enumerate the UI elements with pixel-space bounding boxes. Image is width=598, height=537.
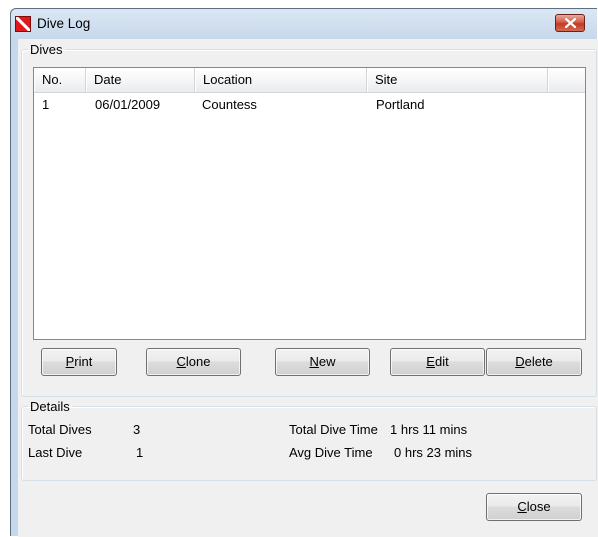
total-dive-time-value: 1 hrs 11 mins <box>390 422 468 437</box>
avg-dive-time-label: Avg Dive Time <box>289 445 373 460</box>
print-mnemonic: P <box>65 354 75 369</box>
close-button[interactable]: Close <box>486 493 582 521</box>
close-icon[interactable] <box>555 14 585 32</box>
edit-mnemonic: E <box>426 354 435 369</box>
delete-mnemonic: D <box>515 354 525 369</box>
dive-log-window: Dive Log Dives No. Date Location Site 1 … <box>10 8 598 537</box>
dives-list[interactable]: No. Date Location Site 1 06/01/2009 Coun… <box>33 67 586 340</box>
new-mnemonic: N <box>309 354 319 369</box>
total-dives-label: Total Dives <box>28 422 92 437</box>
cell-location: Countess <box>202 97 257 112</box>
dive-flag-icon <box>15 16 31 32</box>
clone-button[interactable]: Clone <box>146 348 241 376</box>
delete-button[interactable]: Delete <box>486 348 582 376</box>
clone-mnemonic: C <box>176 354 186 369</box>
window-title: Dive Log <box>37 16 91 31</box>
delete-label: elete <box>524 354 553 369</box>
column-header-no[interactable]: No. <box>34 68 86 92</box>
total-dive-time-label: Total Dive Time <box>289 422 378 437</box>
cell-date: 06/01/2009 <box>95 97 161 112</box>
edit-button[interactable]: Edit <box>390 348 485 376</box>
avg-dive-time-value: 0 hrs 23 mins <box>394 445 473 460</box>
column-header-filler <box>548 68 585 92</box>
details-group: Details <box>21 400 597 481</box>
print-label: rint <box>74 354 93 369</box>
last-dive-value: 1 <box>136 445 144 460</box>
total-dives-value: 3 <box>133 422 141 437</box>
cell-site: Portland <box>376 97 425 112</box>
column-header-date[interactable]: Date <box>86 68 195 92</box>
edit-label: dit <box>434 354 449 369</box>
last-dive-label: Last Dive <box>28 445 83 460</box>
list-header: No. Date Location Site <box>34 68 585 93</box>
title-bar[interactable]: Dive Log <box>11 9 597 39</box>
client-area: Dives No. Date Location Site 1 06/01/200… <box>18 39 598 537</box>
close-mnemonic: C <box>517 499 527 514</box>
details-group-label: Details <box>30 399 70 414</box>
column-header-site[interactable]: Site <box>367 68 548 92</box>
table-row[interactable]: 1 06/01/2009 Countess Portland <box>34 93 585 115</box>
new-label: ew <box>318 354 336 369</box>
cell-no: 1 <box>42 97 50 112</box>
print-button[interactable]: Print <box>41 348 117 376</box>
close-label: lose <box>526 499 551 514</box>
dives-group-label: Dives <box>30 42 63 57</box>
new-button[interactable]: New <box>275 348 370 376</box>
column-header-location[interactable]: Location <box>195 68 367 92</box>
clone-label: lone <box>185 354 211 369</box>
